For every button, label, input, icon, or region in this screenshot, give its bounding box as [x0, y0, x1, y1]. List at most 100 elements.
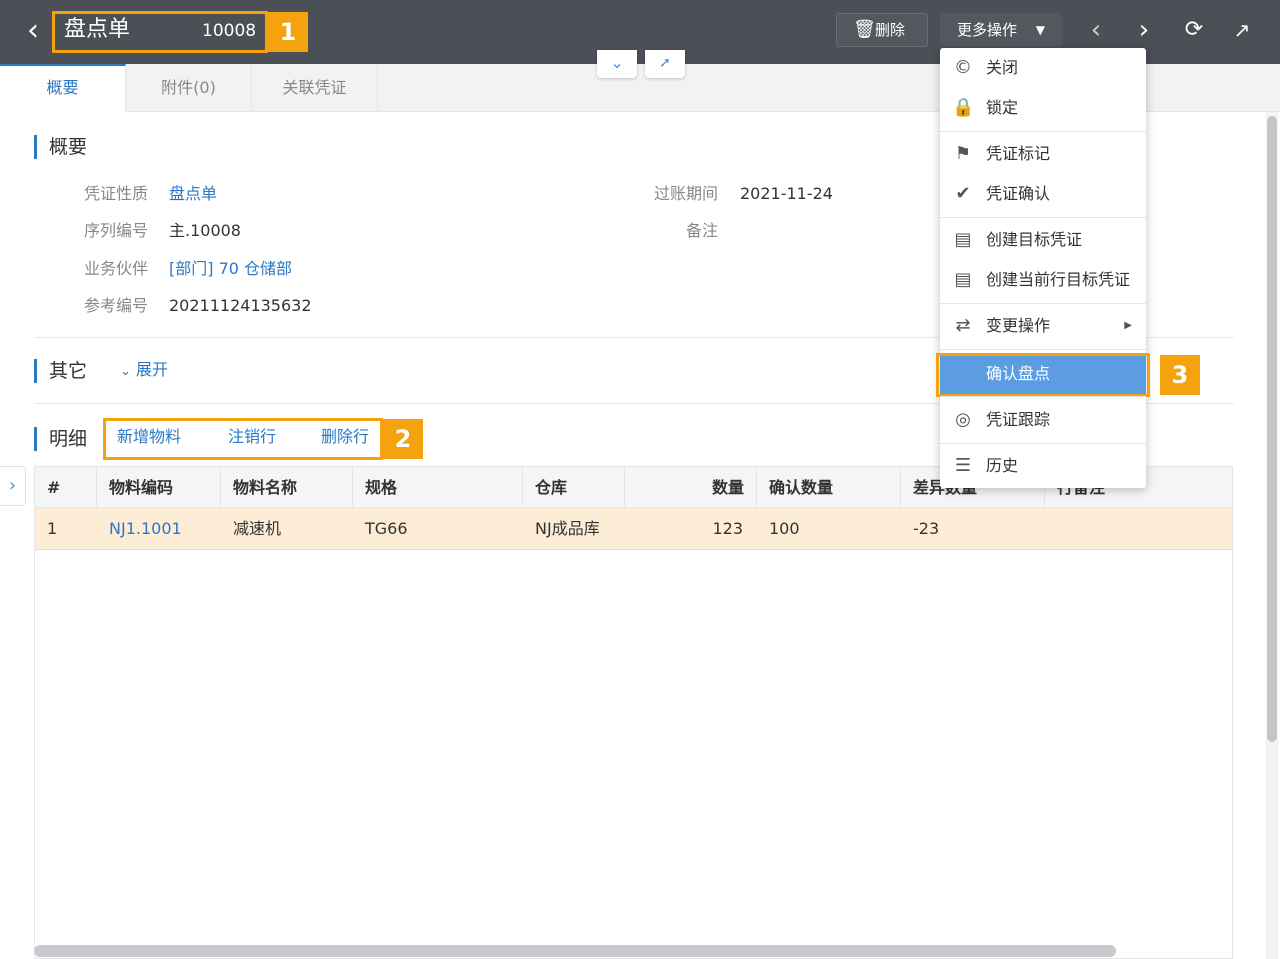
- field-value-partner[interactable]: [部门] 70 仓储部: [169, 257, 292, 281]
- field-value-serial-no: 主.10008: [169, 221, 241, 240]
- menu-item-create-current-row-target-voucher[interactable]: ▤ 创建当前行目标凭证: [940, 260, 1146, 300]
- caret-right-icon: ▶: [1124, 320, 1132, 331]
- external-link-icon: ↗: [1233, 18, 1251, 42]
- cell-material-code[interactable]: NJ1.1001: [97, 508, 221, 550]
- more-actions-button[interactable]: 更多操作 ▼: [940, 13, 1062, 47]
- column-header[interactable]: 物料编码: [97, 467, 221, 508]
- menu-separator: [940, 131, 1146, 132]
- section-other-title: 其它: [34, 359, 87, 383]
- expand-label: 展开: [136, 360, 169, 379]
- side-panel-toggle[interactable]: ›: [0, 466, 26, 506]
- menu-item-label: 凭证跟踪: [986, 410, 1051, 429]
- menu-item-label: 凭证标记: [986, 144, 1051, 163]
- menu-item-create-target-voucher[interactable]: ▤ 创建目标凭证: [940, 220, 1146, 260]
- menu-item-history[interactable]: ☰ 历史: [940, 446, 1146, 486]
- menu-item-label: 创建当前行目标凭证: [986, 270, 1131, 289]
- menu-item-voucher-confirm[interactable]: ✔ 凭证确认: [940, 174, 1146, 214]
- column-header[interactable]: #: [35, 467, 97, 508]
- chevron-down-icon: ⌄: [610, 53, 624, 72]
- cell-row-no: 1: [47, 519, 58, 538]
- copyright-circle-icon: ©: [954, 57, 972, 78]
- add-material-button[interactable]: 新增物料: [117, 425, 181, 449]
- field-label-partner: 业务伙伴: [83, 259, 148, 278]
- callout-badge-3: 3: [1160, 355, 1200, 395]
- expand-toggle[interactable]: ⌄ 展开: [120, 358, 168, 384]
- menu-separator: [940, 349, 1146, 350]
- vertical-scrollbar[interactable]: [1267, 116, 1277, 742]
- callout-badge-1: 1: [268, 12, 308, 52]
- column-header[interactable]: 物料名称: [221, 467, 353, 508]
- field-label-serial-no: 序列编号: [83, 221, 148, 240]
- menu-item-label: 创建目标凭证: [986, 230, 1083, 249]
- menu-item-label: 历史: [986, 456, 1019, 475]
- delete-button[interactable]: 🗑 删除: [836, 13, 928, 47]
- page-title: 盘点单: [64, 17, 131, 42]
- delete-row-button[interactable]: 删除行: [321, 425, 369, 449]
- field-label-reference-no: 参考编号: [83, 296, 148, 315]
- open-external-button[interactable]: ↗: [1224, 13, 1260, 47]
- refresh-icon: ⟳: [1184, 17, 1204, 42]
- cell-confirm-quantity[interactable]: 100: [757, 508, 901, 550]
- callout-badge-2: 2: [383, 419, 423, 459]
- flag-icon: ⚑: [954, 143, 972, 164]
- caret-down-icon: ▼: [1035, 23, 1045, 37]
- column-header[interactable]: 数量: [625, 467, 757, 508]
- menu-item-voucher-mark[interactable]: ⚑ 凭证标记: [940, 134, 1146, 174]
- menu-item-label: 关闭: [986, 58, 1019, 77]
- cell-spec: TG66: [365, 519, 408, 538]
- delete-label: 删除: [875, 21, 906, 39]
- collapse-header-button[interactable]: ⌄: [597, 50, 637, 78]
- callout-frame-3: [936, 353, 1150, 397]
- menu-item-close[interactable]: © 关闭: [940, 48, 1146, 88]
- horizontal-scrollbar[interactable]: [34, 945, 1116, 957]
- cell-difference: -23: [913, 519, 940, 538]
- chevron-down-icon: ⌄: [120, 364, 131, 379]
- cell-material-name: 减速机: [233, 519, 282, 538]
- menu-item-label: 锁定: [986, 98, 1019, 117]
- menu-item-label: 变更操作: [986, 316, 1051, 335]
- tab-summary[interactable]: 概要: [0, 64, 126, 112]
- chevron-left-icon: ‹: [1090, 15, 1102, 45]
- target-icon: ◎: [955, 409, 971, 430]
- menu-item-change-operation[interactable]: ⇄ 变更操作 ▶: [940, 306, 1146, 346]
- next-record-button[interactable]: ›: [1126, 13, 1162, 47]
- tab-related-vouchers[interactable]: 关联凭证: [252, 64, 378, 112]
- chevron-left-icon: ‹: [27, 13, 39, 48]
- field-value-reference-no: 20211124135632: [169, 296, 312, 315]
- lock-icon: 🔒: [952, 97, 975, 118]
- trash-icon: 🗑: [853, 19, 876, 40]
- previous-record-button[interactable]: ‹: [1078, 13, 1114, 47]
- check-circle-icon: ✔: [955, 183, 971, 204]
- cell-warehouse: NJ成品库: [535, 519, 600, 538]
- field-value-voucher-type[interactable]: 盘点单: [169, 182, 217, 206]
- menu-separator: [940, 396, 1146, 397]
- field-label-posting-period: 过账期间: [653, 184, 718, 203]
- menu-item-lock[interactable]: 🔒 锁定: [940, 88, 1146, 128]
- section-summary-title: 概要: [34, 135, 87, 159]
- column-header[interactable]: 确认数量: [757, 467, 901, 508]
- tab-attachments[interactable]: 附件(0): [126, 64, 252, 112]
- menu-item-voucher-tracking[interactable]: ◎ 凭证跟踪: [940, 400, 1146, 440]
- column-header[interactable]: 规格: [353, 467, 523, 508]
- menu-item-label: 凭证确认: [986, 184, 1051, 203]
- pin-button[interactable]: ➚: [645, 50, 685, 78]
- column-header[interactable]: 仓库: [523, 467, 625, 508]
- cell-quantity: 123: [712, 519, 743, 538]
- chevron-right-icon: ›: [8, 475, 17, 496]
- section-detail-title: 明细: [34, 427, 87, 451]
- field-label-voucher-type: 凭证性质: [83, 184, 148, 203]
- more-actions-label: 更多操作: [957, 21, 1018, 39]
- refresh-button[interactable]: ⟳: [1176, 13, 1212, 47]
- document-number: 10008: [202, 21, 257, 41]
- menu-separator: [940, 217, 1146, 218]
- back-button[interactable]: ‹: [16, 14, 50, 50]
- field-value-posting-period: 2021-11-24: [740, 184, 833, 203]
- document-icon: ▤: [954, 269, 972, 290]
- menu-separator: [940, 303, 1146, 304]
- void-row-button[interactable]: 注销行: [228, 425, 276, 449]
- menu-separator: [940, 443, 1146, 444]
- chevron-right-icon: ›: [1138, 15, 1150, 45]
- pin-icon: ➚: [659, 55, 671, 71]
- field-label-remark: 备注: [685, 221, 718, 240]
- layers-icon: ☰: [954, 455, 972, 476]
